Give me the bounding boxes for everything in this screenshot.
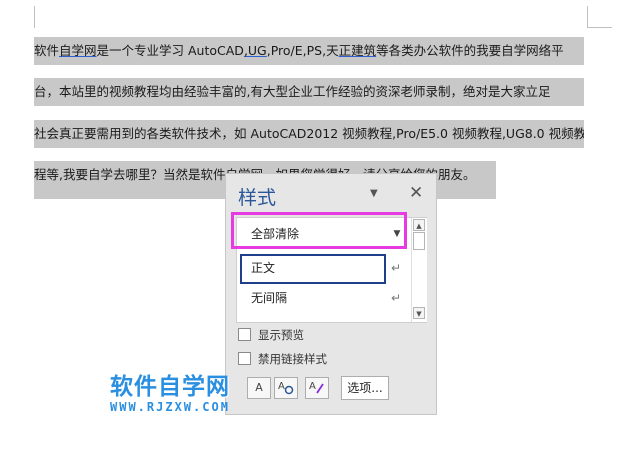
new-style-icon[interactable]: A (247, 377, 271, 399)
highlight-box-clear-all (231, 212, 407, 249)
svg-text:A: A (309, 381, 316, 392)
document-text: 社会真正要需用到的各类软件技术，如 AutoCAD2012 视频教程,Pro/E… (34, 126, 584, 141)
document-line[interactable]: 台，本站里的视频教程均由经验丰富的,有大型企业工作经验的资深老师录制，绝对是大家… (34, 78, 584, 106)
disable-linked-row[interactable]: 禁用链接样式 (238, 350, 327, 368)
style-item-no-spacing[interactable]: 无间隔 ↵ (237, 284, 409, 312)
scroll-down-icon[interactable]: ▼ (413, 307, 425, 319)
disable-linked-checkbox[interactable] (238, 352, 251, 365)
options-button[interactable]: 选项... (341, 376, 389, 400)
dropdown-triangle-icon[interactable]: ▼ (370, 188, 378, 199)
document-text: 软件 (34, 43, 60, 58)
watermark-url: WWW.RJZXW.COM (110, 400, 230, 414)
document-text: 等各类办公软件的我要自学网络平 (376, 43, 564, 58)
page-corner-mark-left (34, 6, 35, 28)
close-icon[interactable]: ✕ (409, 183, 423, 203)
style-item-label: 无间隔 (251, 291, 288, 305)
manage-styles-glyph: A (309, 381, 324, 394)
proofing-underlined-text: 自学网 (59, 43, 97, 58)
document-line[interactable]: 软件自学网是一个专业学习 AutoCAD ,UG,Pro/E,PS,天正建筑等各… (34, 37, 584, 65)
document-text: 台，本站里的视频教程均由经验丰富的,有大型企业工作经验的资深老师录制，绝对是大家… (34, 84, 551, 99)
proofing-underlined-text: ,UG (243, 43, 267, 58)
scroll-thumb[interactable] (413, 232, 425, 250)
document-text: 是一个专业学习 AutoCAD (96, 43, 244, 58)
page-corner-mark-right-v (587, 6, 588, 28)
paragraph-mark-icon: ↵ (390, 291, 401, 305)
highlight-box-normal (240, 254, 386, 284)
manage-styles-icon[interactable]: A (305, 377, 329, 399)
watermark-title: 软件自学网 (110, 374, 230, 400)
show-preview-row[interactable]: 显示预览 (238, 326, 304, 344)
paragraph-mark-icon: ↵ (390, 261, 401, 275)
document-text: ,Pro/E,PS,天 (266, 43, 339, 58)
style-inspector-icon[interactable]: A (274, 377, 298, 399)
svg-text:A: A (278, 381, 285, 392)
styles-pane: 样式 ▼ ✕ 全部清除 ▼ 正文 ↵ 无间隔 ↵ ▲ ▼ 显示预览 禁用链接样式… (225, 173, 437, 415)
show-preview-checkbox[interactable] (238, 328, 251, 341)
proofing-underlined-text: 正建筑 (338, 43, 377, 58)
watermark-logo: 软件自学网 WWW.RJZXW.COM (110, 374, 230, 414)
style-inspector-glyph: A (278, 381, 294, 395)
scroll-up-icon[interactable]: ▲ (413, 219, 425, 231)
document-line[interactable]: 社会真正要需用到的各类软件技术，如 AutoCAD2012 视频教程,Pro/E… (34, 120, 584, 148)
page-corner-mark-right-h (588, 27, 612, 28)
pane-title: 样式 (238, 187, 277, 209)
show-preview-label: 显示预览 (258, 328, 304, 342)
styles-list-scrollbar[interactable]: ▲ ▼ (411, 218, 427, 322)
disable-linked-label: 禁用链接样式 (258, 352, 327, 366)
